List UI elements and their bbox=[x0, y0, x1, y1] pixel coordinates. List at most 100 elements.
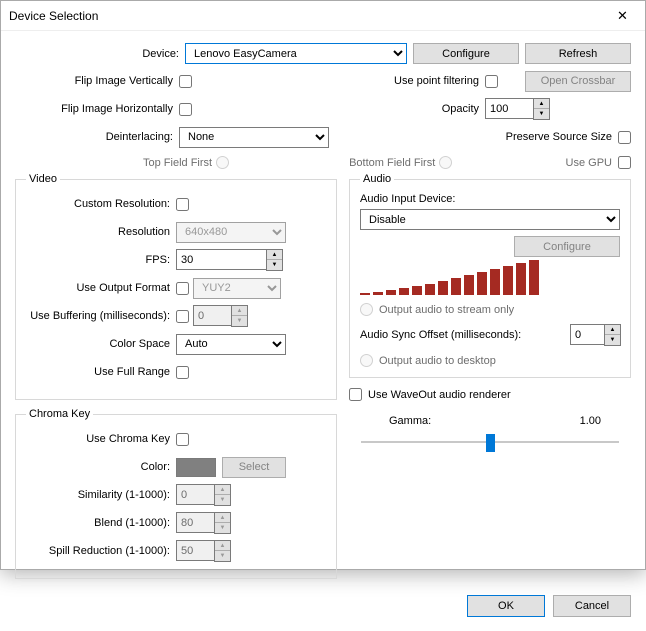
chroma-color-label: Color: bbox=[26, 461, 176, 473]
flip-vertical-checkbox[interactable] bbox=[179, 75, 192, 88]
flip-horizontal-label: Flip Image Horizontally bbox=[15, 103, 179, 115]
chevron-up-icon[interactable]: ▲ bbox=[534, 99, 549, 109]
chroma-key-group: Chroma Key Use Chroma Key Color: Select S… bbox=[15, 408, 337, 579]
chroma-color-swatch bbox=[176, 458, 216, 477]
top-field-label: Top Field First bbox=[143, 157, 212, 169]
full-range-label: Use Full Range bbox=[26, 366, 176, 378]
opacity-label: Opacity bbox=[381, 103, 485, 115]
use-gpu-label: Use GPU bbox=[566, 157, 612, 169]
custom-res-label: Custom Resolution: bbox=[26, 198, 176, 210]
spill-input bbox=[176, 540, 214, 561]
chevron-down-icon: ▼ bbox=[215, 551, 230, 561]
audio-configure-button: Configure bbox=[514, 236, 620, 257]
buffering-input bbox=[193, 305, 231, 326]
top-field-radio bbox=[216, 156, 229, 169]
audio-input-label: Audio Input Device: bbox=[360, 193, 620, 205]
titlebar: Device Selection ✕ bbox=[1, 1, 645, 31]
chevron-down-icon: ▼ bbox=[215, 523, 230, 533]
cancel-button[interactable]: Cancel bbox=[553, 595, 631, 617]
audio-input-select[interactable]: Disable bbox=[360, 209, 620, 230]
output-format-label: Use Output Format bbox=[26, 282, 176, 294]
spill-spinner: ▲▼ bbox=[176, 540, 231, 562]
chevron-up-icon: ▲ bbox=[215, 485, 230, 495]
chevron-down-icon: ▼ bbox=[232, 316, 247, 326]
audio-group: Audio Audio Input Device: Disable Config… bbox=[349, 173, 631, 378]
use-chroma-checkbox[interactable] bbox=[176, 433, 189, 446]
color-space-label: Color Space bbox=[26, 338, 176, 350]
point-filtering-label: Use point filtering bbox=[381, 75, 485, 87]
device-select[interactable]: Lenovo EasyCamera bbox=[185, 43, 407, 64]
bottom-field-radio bbox=[439, 156, 452, 169]
refresh-button[interactable]: Refresh bbox=[525, 43, 631, 64]
device-selection-dialog: Device Selection ✕ Device: Lenovo EasyCa… bbox=[0, 0, 646, 570]
chroma-select-button: Select bbox=[222, 457, 286, 478]
output-format-select: YUY2 bbox=[193, 278, 281, 299]
use-chroma-label: Use Chroma Key bbox=[26, 433, 176, 445]
device-label: Device: bbox=[15, 48, 179, 60]
preserve-size-label: Preserve Source Size bbox=[506, 131, 612, 143]
buffering-label: Use Buffering (milliseconds): bbox=[26, 310, 176, 322]
flip-horizontal-checkbox[interactable] bbox=[179, 103, 192, 116]
fps-label: FPS: bbox=[26, 254, 176, 266]
similarity-label: Similarity (1-1000): bbox=[26, 489, 176, 501]
full-range-checkbox[interactable] bbox=[176, 366, 189, 379]
resolution-select: 640x480 bbox=[176, 222, 286, 243]
video-group: Video Custom Resolution: Resolution640x4… bbox=[15, 173, 337, 400]
audio-level-meter bbox=[360, 260, 620, 295]
stream-only-label: Output audio to stream only bbox=[379, 304, 514, 316]
waveout-label: Use WaveOut audio renderer bbox=[368, 389, 511, 401]
sync-label: Audio Sync Offset (milliseconds): bbox=[360, 329, 564, 341]
custom-res-checkbox[interactable] bbox=[176, 198, 189, 211]
chevron-down-icon[interactable]: ▼ bbox=[534, 109, 549, 119]
chroma-legend: Chroma Key bbox=[26, 408, 93, 420]
blend-spinner: ▲▼ bbox=[176, 512, 231, 534]
chevron-down-icon: ▼ bbox=[215, 495, 230, 505]
sync-spinner[interactable]: ▲▼ bbox=[570, 324, 620, 346]
desktop-label: Output audio to desktop bbox=[379, 355, 496, 367]
blend-label: Blend (1-1000): bbox=[26, 517, 176, 529]
use-gpu-checkbox[interactable] bbox=[618, 156, 631, 169]
waveout-checkbox[interactable] bbox=[349, 388, 362, 401]
point-filtering-checkbox[interactable] bbox=[485, 75, 498, 88]
chevron-up-icon[interactable]: ▲ bbox=[267, 250, 282, 260]
gamma-label: Gamma: bbox=[389, 415, 431, 427]
fps-spinner[interactable]: ▲▼ bbox=[176, 249, 283, 271]
buffering-checkbox[interactable] bbox=[176, 310, 189, 323]
deinterlacing-label: Deinterlacing: bbox=[15, 131, 179, 143]
configure-button[interactable]: Configure bbox=[413, 43, 519, 64]
chevron-up-icon: ▲ bbox=[232, 306, 247, 316]
resolution-label: Resolution bbox=[26, 226, 176, 238]
deinterlacing-select[interactable]: None bbox=[179, 127, 329, 148]
similarity-input bbox=[176, 484, 214, 505]
sync-input[interactable] bbox=[570, 324, 604, 345]
blend-input bbox=[176, 512, 214, 533]
gamma-value: 1.00 bbox=[580, 415, 601, 427]
open-crossbar-button: Open Crossbar bbox=[525, 71, 631, 92]
video-legend: Video bbox=[26, 173, 60, 185]
chevron-down-icon[interactable]: ▼ bbox=[267, 260, 282, 270]
chevron-up-icon[interactable]: ▲ bbox=[605, 325, 620, 335]
slider-thumb[interactable] bbox=[486, 434, 495, 452]
output-format-checkbox[interactable] bbox=[176, 282, 189, 295]
similarity-spinner: ▲▼ bbox=[176, 484, 231, 506]
audio-legend: Audio bbox=[360, 173, 394, 185]
spill-label: Spill Reduction (1-1000): bbox=[26, 545, 176, 557]
stream-only-radio bbox=[360, 303, 373, 316]
close-icon[interactable]: ✕ bbox=[600, 1, 645, 31]
opacity-spinner[interactable]: ▲▼ bbox=[485, 98, 550, 120]
chevron-up-icon: ▲ bbox=[215, 513, 230, 523]
ok-button[interactable]: OK bbox=[467, 595, 545, 617]
buffering-spinner: ▲▼ bbox=[193, 305, 248, 327]
gamma-slider[interactable] bbox=[361, 431, 619, 453]
chevron-down-icon[interactable]: ▼ bbox=[605, 335, 620, 345]
window-title: Device Selection bbox=[9, 9, 98, 23]
preserve-size-checkbox[interactable] bbox=[618, 131, 631, 144]
opacity-input[interactable] bbox=[485, 98, 533, 119]
color-space-select[interactable]: Auto bbox=[176, 334, 286, 355]
fps-input[interactable] bbox=[176, 249, 266, 270]
chevron-up-icon: ▲ bbox=[215, 541, 230, 551]
desktop-radio bbox=[360, 354, 373, 367]
flip-vertical-label: Flip Image Vertically bbox=[15, 75, 179, 87]
gamma-control: Gamma: 1.00 bbox=[349, 415, 631, 453]
bottom-field-label: Bottom Field First bbox=[349, 157, 435, 169]
